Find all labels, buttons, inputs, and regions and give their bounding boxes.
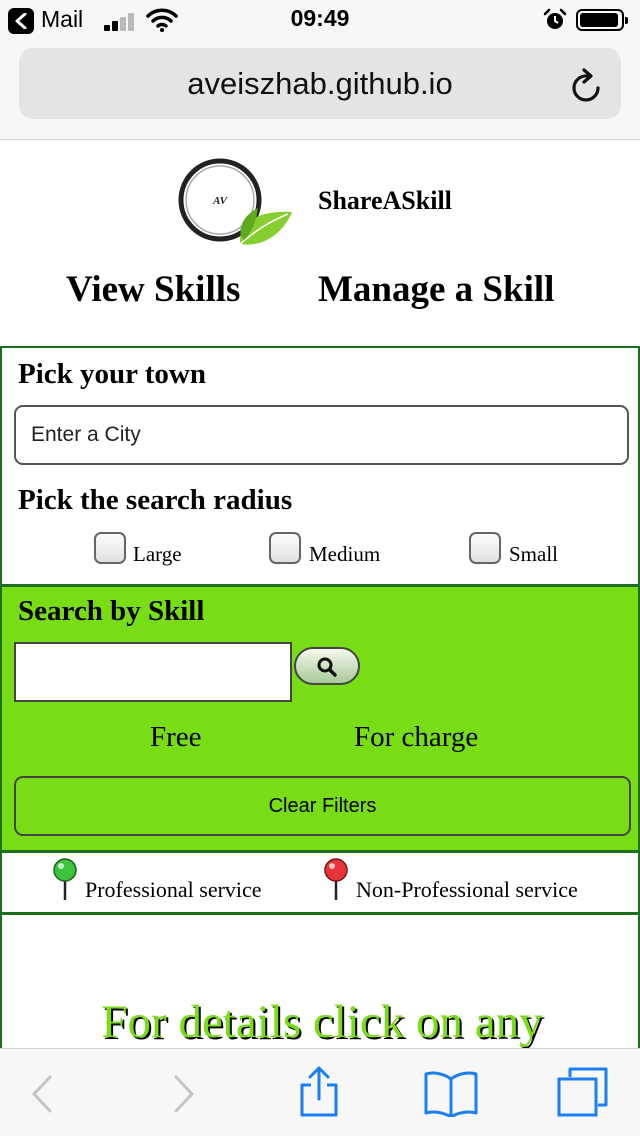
search-button[interactable] — [294, 647, 360, 685]
radius-medium-label: Medium — [309, 542, 381, 566]
details-message: For details click on any — [101, 996, 543, 1048]
filter-for-charge[interactable]: For charge — [354, 721, 478, 754]
green-pin-icon — [53, 858, 77, 900]
radius-small-label: Small — [509, 542, 559, 566]
magnifier-icon — [317, 657, 337, 677]
battery-icon — [576, 9, 628, 31]
red-pin-icon — [324, 858, 348, 900]
alarm-icon — [543, 8, 567, 29]
details-area: For details click on any — [0, 913, 640, 1053]
share-icon[interactable] — [298, 1065, 340, 1117]
town-panel: Pick your town Pick the search radius La… — [0, 346, 640, 586]
legend-non-professional: Non-Professional service — [356, 877, 578, 902]
map-legend: Professional service Non-Professional se… — [0, 851, 640, 914]
brand-name: ShareASkill — [318, 186, 452, 215]
logo-initials: AV — [212, 195, 229, 207]
radius-heading: Pick the search radius — [18, 484, 293, 516]
filter-free[interactable]: Free — [150, 721, 202, 754]
nav-manage-skill[interactable]: Manage a Skill — [318, 268, 554, 311]
back-icon[interactable] — [30, 1075, 54, 1113]
browser-toolbar — [0, 1048, 640, 1136]
clear-filters-button[interactable]: Clear Filters — [14, 776, 631, 836]
site-logo[interactable]: AV — [176, 158, 294, 248]
address-bar[interactable]: aveiszhab.github.io — [19, 48, 621, 119]
browser-address-area: aveiszhab.github.io — [0, 40, 640, 140]
radius-medium-checkbox[interactable] — [269, 532, 301, 564]
url-text[interactable]: aveiszhab.github.io — [19, 66, 621, 102]
reload-icon[interactable] — [570, 68, 604, 104]
radius-small-checkbox[interactable] — [469, 532, 501, 564]
skill-search-input[interactable] — [14, 642, 292, 702]
status-bar: Mail 09:49 — [0, 0, 640, 40]
tabs-icon[interactable] — [556, 1067, 608, 1117]
forward-icon[interactable] — [172, 1075, 196, 1113]
radius-large-label: Large — [133, 542, 182, 566]
town-heading: Pick your town — [18, 358, 206, 390]
nav-view-skills[interactable]: View Skills — [66, 268, 240, 311]
skill-panel: Search by Skill Free For charge Clear Fi… — [0, 585, 640, 852]
city-input[interactable] — [14, 405, 629, 465]
legend-professional: Professional service — [85, 877, 262, 902]
bookmarks-icon[interactable] — [423, 1069, 479, 1117]
skill-heading: Search by Skill — [18, 595, 205, 627]
radius-large-checkbox[interactable] — [94, 532, 126, 564]
